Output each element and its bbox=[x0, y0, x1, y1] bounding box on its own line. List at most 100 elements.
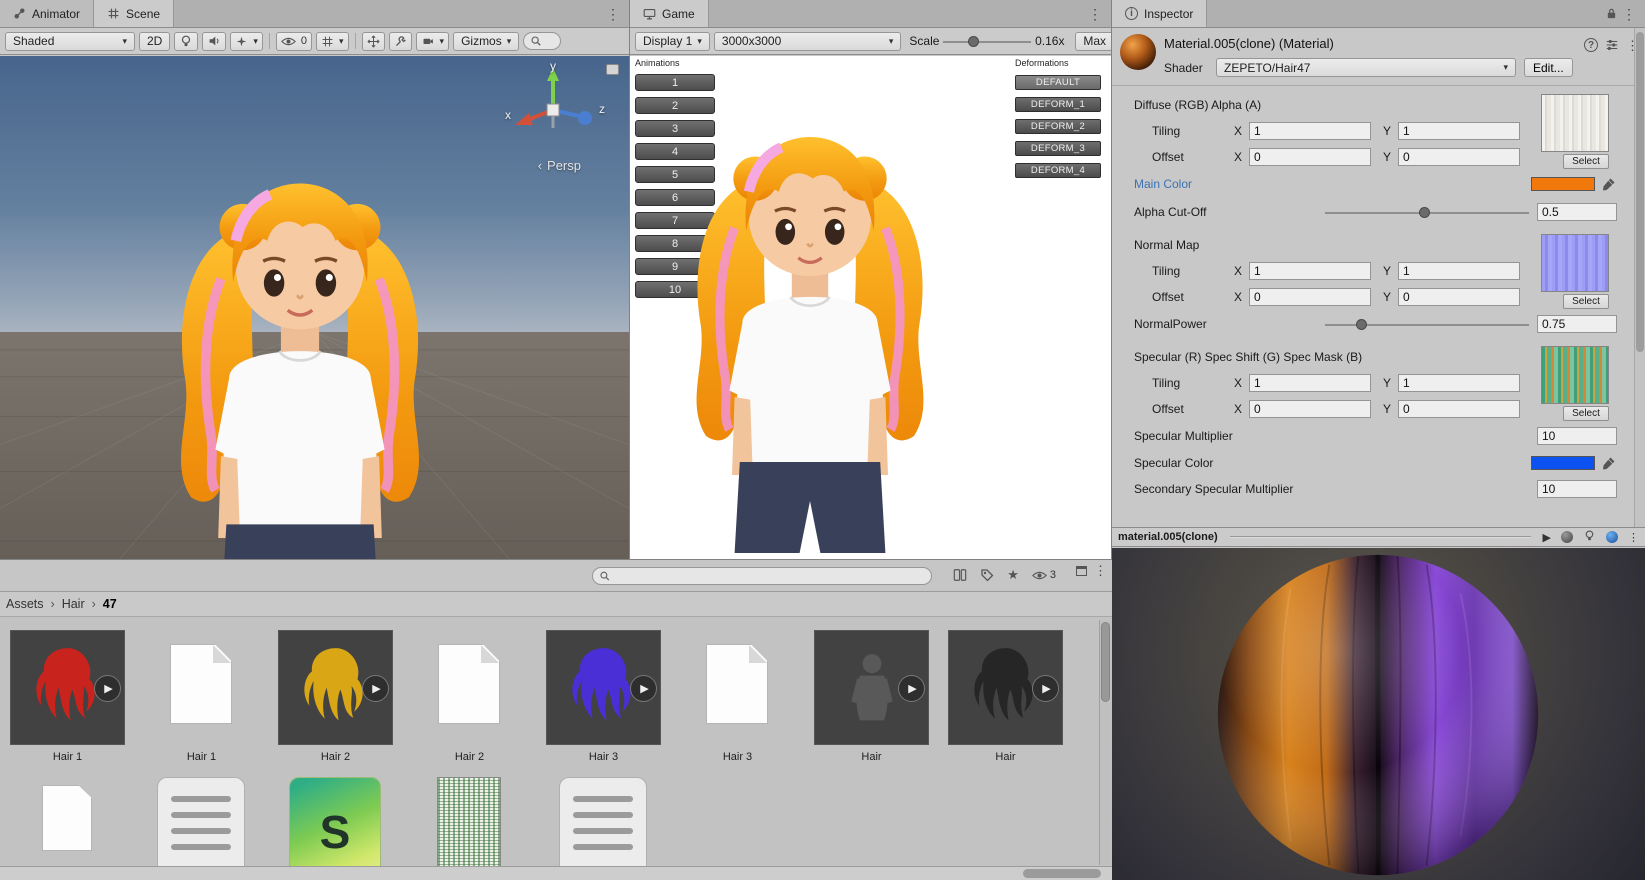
play-overlay-icon[interactable]: ▶ bbox=[94, 675, 121, 702]
preview-drag-handle[interactable] bbox=[1229, 536, 1531, 538]
alpha-cutoff-knob[interactable] bbox=[1418, 206, 1430, 218]
play-overlay-icon[interactable]: ▶ bbox=[898, 675, 925, 702]
asset-hair2-file[interactable]: Hair 2 bbox=[412, 630, 527, 763]
specular-tiling-y-input[interactable] bbox=[1398, 374, 1520, 392]
preview-environment-icon[interactable] bbox=[1606, 531, 1618, 543]
preview-menu-icon[interactable]: ⋮ bbox=[1628, 531, 1639, 544]
2d-toggle[interactable]: 2D bbox=[139, 31, 171, 51]
asset-hair1-prefab[interactable]: ▶ Hair 1 bbox=[10, 630, 125, 763]
asset-thumbnail[interactable]: ▶ bbox=[948, 630, 1063, 745]
deformation-button-3[interactable]: DEFORM_3 bbox=[1015, 141, 1101, 156]
layout-toggle-icon[interactable] bbox=[953, 568, 967, 582]
asset-thumbnail[interactable] bbox=[412, 777, 527, 866]
tab-scene[interactable]: Scene bbox=[94, 0, 175, 27]
secondary-specular-input[interactable] bbox=[1537, 480, 1617, 498]
specular-map-thumbnail[interactable] bbox=[1541, 346, 1609, 404]
help-icon[interactable]: ? bbox=[1584, 38, 1598, 52]
shader-edit-button[interactable]: Edit... bbox=[1524, 58, 1573, 77]
perspective-toggle[interactable]: ‹ Persp bbox=[538, 158, 581, 173]
normal-tiling-y-input[interactable] bbox=[1398, 262, 1520, 280]
asset-hair-silhouette[interactable]: ▶ Hair bbox=[948, 630, 1063, 763]
inspector-menu-icon[interactable]: ⋮ bbox=[1618, 0, 1640, 28]
game-panel-menu-icon[interactable]: ⋮ bbox=[1084, 0, 1106, 28]
eyedropper-icon[interactable] bbox=[1602, 177, 1617, 192]
scene-orientation-gizmo[interactable]: x y z bbox=[505, 59, 605, 158]
asset-hair1-file[interactable]: Hair 1 bbox=[144, 630, 259, 763]
asset-thumbnail[interactable] bbox=[144, 777, 259, 866]
diffuse-tiling-x-input[interactable] bbox=[1249, 122, 1371, 140]
project-search[interactable] bbox=[592, 567, 932, 585]
asset-thumbnail[interactable] bbox=[546, 777, 661, 866]
diffuse-offset-x-input[interactable] bbox=[1249, 148, 1371, 166]
asset-thumbnail[interactable] bbox=[680, 630, 795, 745]
asset-shader-file[interactable]: S bbox=[278, 777, 393, 866]
play-overlay-icon[interactable]: ▶ bbox=[1032, 675, 1059, 702]
asset-thumbnail[interactable]: ▶ bbox=[278, 630, 393, 745]
project-vertical-scrollbar[interactable] bbox=[1099, 620, 1111, 865]
specular-select-button[interactable]: Select bbox=[1563, 406, 1609, 421]
material-preview-area[interactable] bbox=[1112, 548, 1645, 880]
specular-multiplier-input[interactable] bbox=[1537, 427, 1617, 445]
audio-toggle[interactable] bbox=[202, 31, 227, 51]
material-preview-header[interactable]: material.005(clone) ▶ ⋮ bbox=[1112, 527, 1645, 547]
specular-color-swatch[interactable] bbox=[1531, 456, 1595, 470]
scale-slider[interactable] bbox=[943, 32, 1032, 51]
scale-slider-knob[interactable] bbox=[968, 35, 979, 47]
asset-hair3-file[interactable]: Hair 3 bbox=[680, 630, 795, 763]
normal-offset-x-input[interactable] bbox=[1249, 288, 1371, 306]
normal-map-thumbnail[interactable] bbox=[1541, 234, 1609, 292]
play-overlay-icon[interactable]: ▶ bbox=[362, 675, 389, 702]
deformation-button-default[interactable]: DEFAULT bbox=[1015, 75, 1101, 90]
deformation-button-2[interactable]: DEFORM_2 bbox=[1015, 119, 1101, 134]
deformation-button-4[interactable]: DEFORM_4 bbox=[1015, 163, 1101, 178]
window-layout-icon[interactable] bbox=[1076, 566, 1087, 576]
specular-offset-y-input[interactable] bbox=[1398, 400, 1520, 418]
asset-thumbnail[interactable] bbox=[144, 630, 259, 745]
specular-offset-x-input[interactable] bbox=[1249, 400, 1371, 418]
play-overlay-icon[interactable]: ▶ bbox=[630, 675, 657, 702]
tab-game[interactable]: Game bbox=[630, 0, 709, 27]
asset-texture-file[interactable] bbox=[412, 777, 527, 866]
deformation-button-1[interactable]: DEFORM_1 bbox=[1015, 97, 1101, 112]
normal-power-knob[interactable] bbox=[1355, 318, 1367, 330]
display-dropdown[interactable]: Display 1 ▾ bbox=[635, 31, 710, 51]
diffuse-select-button[interactable]: Select bbox=[1563, 154, 1609, 169]
breadcrumb-assets[interactable]: Assets bbox=[6, 597, 44, 611]
effects-dropdown[interactable]: ▾ bbox=[230, 31, 263, 51]
normal-tiling-x-input[interactable] bbox=[1249, 262, 1371, 280]
asset-file-small[interactable] bbox=[10, 777, 125, 866]
tools-button[interactable] bbox=[388, 31, 412, 51]
asset-text-document[interactable] bbox=[144, 777, 259, 866]
scrollbar-handle[interactable] bbox=[1101, 622, 1110, 702]
scene-search[interactable] bbox=[523, 32, 562, 50]
scrollbar-handle[interactable] bbox=[1023, 869, 1101, 878]
project-horizontal-scrollbar[interactable] bbox=[0, 866, 1112, 880]
breadcrumb-hair[interactable]: Hair bbox=[62, 597, 85, 611]
asset-hair-model[interactable]: ▶ Hair bbox=[814, 630, 929, 763]
asset-thumbnail[interactable] bbox=[412, 630, 527, 745]
alpha-cutoff-input[interactable] bbox=[1537, 203, 1617, 221]
lock-icon[interactable] bbox=[1606, 7, 1617, 23]
scene-viewport[interactable]: x y z ‹ Persp bbox=[0, 56, 629, 559]
tab-inspector[interactable]: i Inspector bbox=[1112, 0, 1208, 27]
asset-thumbnail[interactable]: ▶ bbox=[546, 630, 661, 745]
inspector-scrollbar[interactable] bbox=[1634, 28, 1645, 527]
normal-offset-y-input[interactable] bbox=[1398, 288, 1520, 306]
scene-panel-menu-icon[interactable]: ⋮ bbox=[602, 0, 624, 28]
breadcrumb-current-folder[interactable]: 47 bbox=[103, 597, 117, 611]
shading-mode-dropdown[interactable]: Shaded ▾ bbox=[5, 31, 135, 51]
normal-power-slider[interactable] bbox=[1325, 315, 1529, 334]
asset-hair3-prefab[interactable]: ▶ Hair 3 bbox=[546, 630, 661, 763]
diffuse-texture-thumbnail[interactable] bbox=[1541, 94, 1609, 152]
eyedropper-icon[interactable] bbox=[1602, 456, 1617, 471]
normal-map-select-button[interactable]: Select bbox=[1563, 294, 1609, 309]
project-menu-icon[interactable]: ⋮ bbox=[1094, 563, 1107, 579]
shader-dropdown[interactable]: ZEPETO/Hair47 ▾ bbox=[1216, 58, 1516, 77]
lighting-toggle[interactable] bbox=[174, 31, 199, 51]
diffuse-tiling-y-input[interactable] bbox=[1398, 122, 1520, 140]
maximize-on-play-button[interactable]: Max bbox=[1075, 31, 1111, 51]
label-tag-icon[interactable] bbox=[980, 568, 994, 582]
presets-icon[interactable] bbox=[1605, 38, 1619, 55]
transform-tools-button[interactable] bbox=[361, 31, 385, 51]
asset-thumbnail[interactable] bbox=[10, 777, 125, 866]
